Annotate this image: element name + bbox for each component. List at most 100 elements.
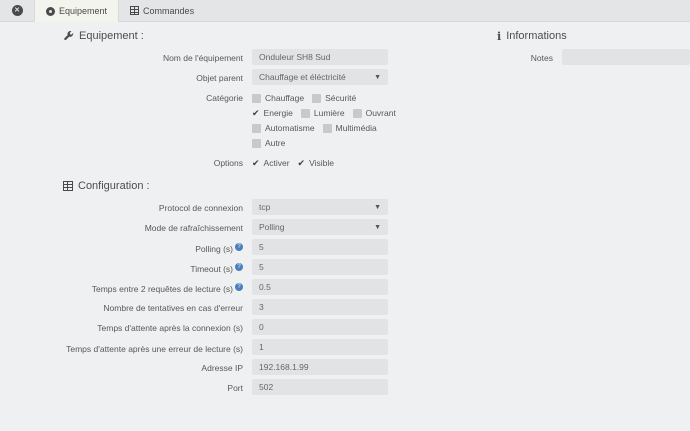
temps-entre-requetes-row: Temps entre 2 requêtes de lecture (s)? [0, 279, 400, 295]
nombre-tentatives-input[interactable] [252, 299, 388, 315]
checkbox-lumiere-label: Lumière [314, 107, 345, 120]
protocol-label: Protocol de connexion [159, 203, 243, 213]
informations-section-title: Informations [506, 30, 567, 42]
configuration-grid-icon [63, 181, 73, 191]
checkbox-securite[interactable]: Sécurité [312, 92, 356, 105]
checkbox-ouvrant-label: Ouvrant [366, 107, 396, 120]
checkbox-autre-label: Autre [265, 137, 285, 150]
options-label: Options [0, 154, 252, 169]
attente-connexion-label: Temps d'attente après la connexion (s) [97, 323, 243, 333]
equipement-section-title: Equipement : [79, 30, 144, 42]
help-icon[interactable]: ? [235, 283, 243, 291]
notes-label: Notes [430, 49, 562, 64]
checkbox-checked-icon: ✔ [298, 159, 306, 168]
categorie-row: Catégorie Chauffage Sécurité ✔ Energie [0, 89, 400, 150]
objet-parent-row: Objet parent Chauffage et éléctricité ▼ [0, 69, 400, 85]
commands-grid-icon [130, 6, 139, 15]
configuration-section-title: Configuration : [78, 180, 150, 192]
chevron-down-icon: ▼ [374, 74, 381, 81]
equipment-column: Equipement : Nom de l'équipement Objet p… [0, 22, 400, 399]
nom-equipement-row: Nom de l'équipement [0, 49, 400, 65]
checkbox-unchecked-icon [252, 139, 261, 148]
nom-equipement-input[interactable] [252, 49, 388, 65]
checkbox-energie-label: Energie [264, 107, 293, 120]
options-row: Options ✔ Activer ✔ Visible [0, 154, 400, 170]
checkbox-lumiere[interactable]: Lumière [301, 107, 345, 120]
tab-equipement-label: Equipement [59, 6, 107, 16]
help-icon[interactable]: ? [235, 263, 243, 271]
checkbox-unchecked-icon [312, 94, 321, 103]
checkbox-unchecked-icon [301, 109, 310, 118]
informations-column: i Informations Notes [430, 22, 690, 69]
informations-section-heading: i Informations [497, 30, 690, 42]
port-input[interactable] [252, 379, 388, 395]
checkbox-multimedia-label: Multimédia [336, 122, 377, 135]
main-content: Equipement : Nom de l'équipement Objet p… [0, 22, 690, 431]
info-icon: i [497, 31, 501, 42]
checkbox-autre[interactable]: Autre [252, 137, 285, 150]
checkbox-multimedia[interactable]: Multimédia [323, 122, 377, 135]
attente-erreur-lecture-row: Temps d'attente après une erreur de lect… [0, 339, 400, 355]
notes-row: Notes [430, 49, 690, 65]
attente-erreur-lecture-label: Temps d'attente après une erreur de lect… [66, 344, 243, 354]
checkbox-chauffage-label: Chauffage [265, 92, 304, 105]
checkbox-unchecked-icon [252, 94, 261, 103]
port-row: Port [0, 379, 400, 395]
checkbox-checked-icon: ✔ [252, 159, 260, 168]
adresse-ip-row: Adresse IP [0, 359, 400, 375]
checkbox-visible[interactable]: ✔ Visible [298, 157, 334, 170]
checkbox-unchecked-icon [252, 124, 261, 133]
mode-rafraichissement-value: Polling [259, 222, 285, 232]
equipement-section-heading: Equipement : [63, 30, 400, 42]
checkbox-activer-label: Activer [264, 157, 290, 170]
polling-row: Polling (s)? [0, 239, 400, 255]
checkbox-automatisme[interactable]: Automatisme [252, 122, 315, 135]
tab-equipement[interactable]: Equipement [34, 0, 119, 22]
adresse-ip-input[interactable] [252, 359, 388, 375]
protocol-select[interactable]: tcp ▼ [252, 199, 388, 215]
help-icon[interactable]: ? [235, 243, 243, 251]
gear-icon: ✕ [12, 5, 23, 16]
chevron-down-icon: ▼ [374, 204, 381, 211]
objet-parent-select[interactable]: Chauffage et éléctricité ▼ [252, 69, 388, 85]
attente-connexion-row: Temps d'attente après la connexion (s) [0, 319, 400, 335]
temps-entre-requetes-input[interactable] [252, 279, 388, 295]
tab-commandes[interactable]: Commandes [119, 0, 205, 21]
wrench-icon [63, 31, 74, 42]
timeout-label: Timeout (s) [190, 264, 233, 274]
mode-rafraichissement-label: Mode de rafraîchissement [145, 223, 243, 233]
nom-equipement-label: Nom de l'équipement [0, 49, 252, 64]
attente-erreur-lecture-input[interactable] [252, 339, 388, 355]
checkbox-securite-label: Sécurité [325, 92, 356, 105]
timeout-row: Timeout (s)? [0, 259, 400, 275]
polling-label: Polling (s) [195, 244, 233, 254]
notes-input[interactable] [562, 49, 690, 65]
objet-parent-value: Chauffage et éléctricité [259, 72, 346, 82]
nombre-tentatives-row: Nombre de tentatives en cas d'erreur [0, 299, 400, 315]
checkbox-energie[interactable]: ✔ Energie [252, 107, 293, 120]
protocol-row: Protocol de connexion tcp ▼ [0, 199, 400, 215]
attente-connexion-input[interactable] [252, 319, 388, 335]
port-label: Port [227, 383, 243, 393]
checkbox-unchecked-icon [353, 109, 362, 118]
chevron-down-icon: ▼ [374, 224, 381, 231]
timeout-input[interactable] [252, 259, 388, 275]
temps-entre-requetes-label: Temps entre 2 requêtes de lecture (s) [92, 284, 233, 294]
checkbox-activer[interactable]: ✔ Activer [252, 157, 290, 170]
checkbox-unchecked-icon [323, 124, 332, 133]
checkbox-chauffage[interactable]: Chauffage [252, 92, 304, 105]
protocol-value: tcp [259, 202, 270, 212]
checkbox-automatisme-label: Automatisme [265, 122, 315, 135]
polling-input[interactable] [252, 239, 388, 255]
equipment-cog-icon [46, 7, 55, 16]
tab-bar: ✕ Equipement Commandes [0, 0, 690, 22]
nombre-tentatives-label: Nombre de tentatives en cas d'erreur [103, 303, 243, 313]
mode-rafraichissement-select[interactable]: Polling ▼ [252, 219, 388, 235]
adresse-ip-label: Adresse IP [201, 363, 243, 373]
tab-commandes-label: Commandes [143, 6, 194, 16]
categorie-label: Catégorie [0, 89, 252, 104]
settings-gear-button[interactable]: ✕ [0, 0, 34, 21]
checkbox-ouvrant[interactable]: Ouvrant [353, 107, 396, 120]
objet-parent-label: Objet parent [0, 69, 252, 84]
mode-rafraichissement-row: Mode de rafraîchissement Polling ▼ [0, 219, 400, 235]
